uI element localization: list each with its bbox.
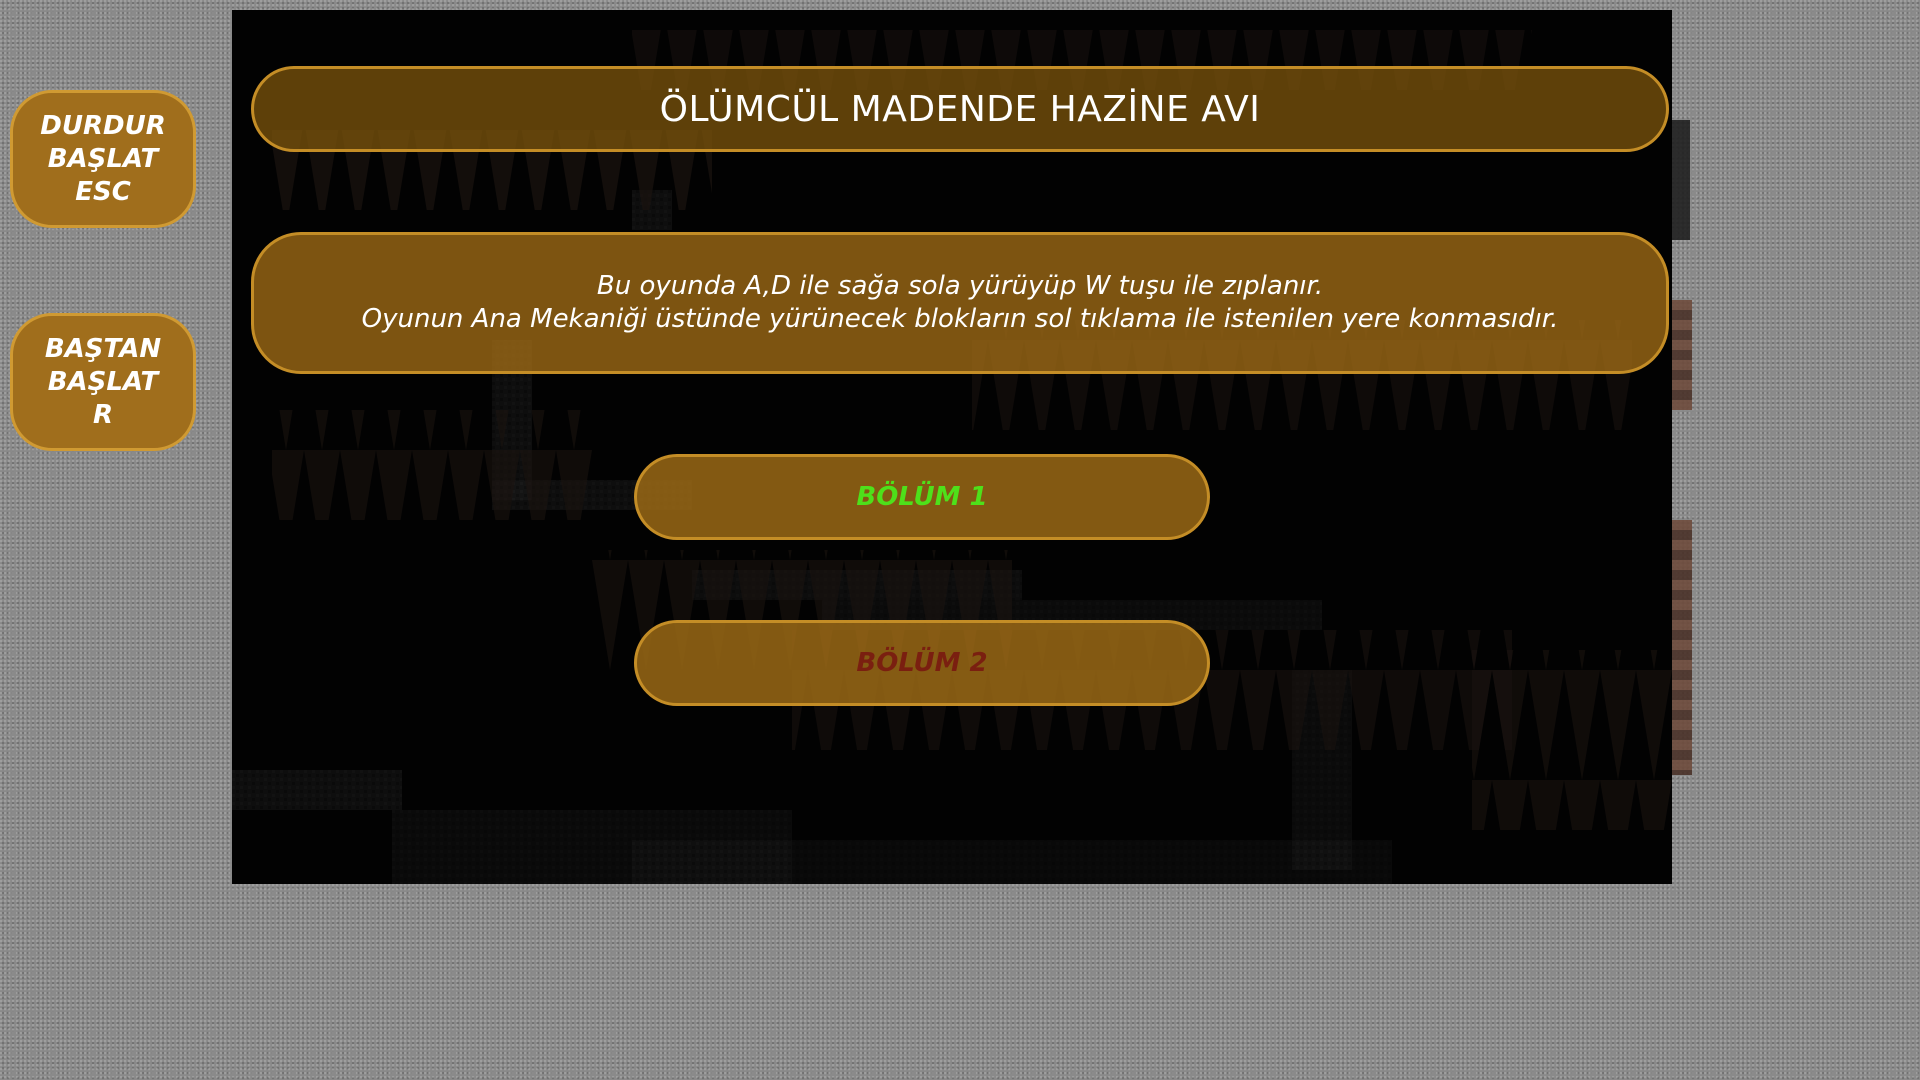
- restart-button-line-2: BAŞLAT: [47, 366, 159, 397]
- pause-resume-button[interactable]: DURDUR BAŞLAT ESC: [10, 90, 196, 228]
- restart-button-key: R: [92, 399, 114, 430]
- cave-wall-right-upper: [1672, 300, 1692, 410]
- game-title-banner: ÖLÜMCÜL MADENDE HAZİNE AVI: [251, 66, 1669, 152]
- cave-wall-right-top: [1672, 120, 1690, 240]
- restart-button[interactable]: BAŞTAN BAŞLAT R: [10, 313, 196, 451]
- instructions-line-2: Oyunun Ana Mekaniği üstünde yürünecek bl…: [361, 304, 1559, 334]
- pause-button-key: ESC: [75, 176, 131, 207]
- restart-button-line-1: BAŞTAN: [44, 333, 162, 364]
- instructions-panel: Bu oyunda A,D ile sağa sola yürüyüp W tu…: [251, 232, 1669, 374]
- pause-button-line-1: DURDUR: [40, 110, 166, 141]
- cave-wall-right-lower: [1672, 520, 1692, 775]
- game-title: ÖLÜMCÜL MADENDE HAZİNE AVI: [659, 88, 1261, 130]
- instructions-line-1: Bu oyunda A,D ile sağa sola yürüyüp W tu…: [596, 271, 1324, 301]
- pause-button-line-2: BAŞLAT: [47, 143, 159, 174]
- level-2-button[interactable]: BÖLÜM 2: [634, 620, 1210, 706]
- level-1-button[interactable]: BÖLÜM 1: [634, 454, 1210, 540]
- level-1-label: BÖLÜM 1: [856, 482, 988, 512]
- level-2-label: BÖLÜM 2: [856, 648, 988, 678]
